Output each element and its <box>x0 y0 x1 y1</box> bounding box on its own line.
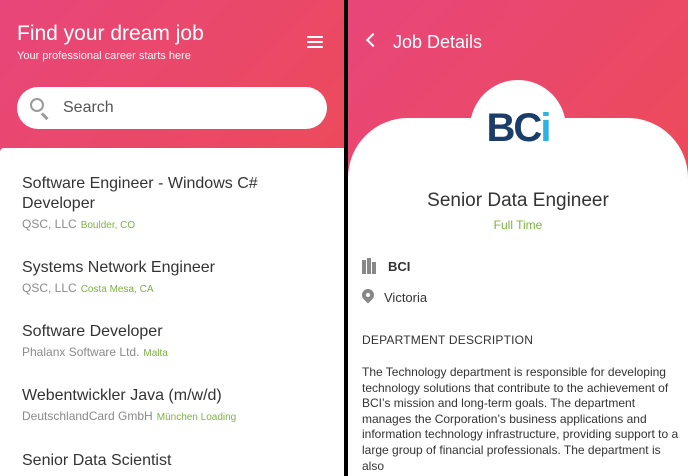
job-company: QSC, LLC <box>22 281 77 295</box>
job-company: QSC, LLC <box>22 217 77 231</box>
logo-text: BCi <box>486 105 552 150</box>
section-heading: DEPARTMENT DESCRIPTION <box>362 333 534 347</box>
list-item[interactable]: Software Developer Phalanx Software Ltd.… <box>22 322 168 359</box>
menu-icon[interactable] <box>307 36 323 48</box>
location-text: Victoria <box>384 289 428 305</box>
list-item[interactable]: Senior Data Scientist <box>22 451 171 471</box>
job-title: Systems Network Engineer <box>22 259 215 276</box>
job-company: Phalanx Software Ltd. <box>22 345 140 359</box>
search-icon <box>29 97 51 120</box>
job-title: Webentwickler Java (m/w/d) <box>22 387 222 404</box>
department-description: The Technology department is responsible… <box>362 365 679 473</box>
page-title: Find your dream job <box>17 22 204 45</box>
page-subtitle: Your professional career starts here <box>17 50 191 62</box>
job-title: Software Engineer - Windows C# Developer <box>22 175 258 212</box>
job-location: München Loading <box>156 412 237 423</box>
job-title: Software Developer <box>22 323 163 340</box>
job-title: Senior Data Engineer <box>427 190 609 211</box>
back-icon[interactable] <box>365 32 381 48</box>
job-type: Full Time <box>493 218 543 232</box>
job-details-screen: Job Details BCi Senior Data Engineer Ful… <box>348 0 688 476</box>
list-item[interactable]: Webentwickler Java (m/w/d) DeutschlandCa… <box>22 386 236 423</box>
job-location: Costa Mesa, CA <box>80 284 154 295</box>
job-location: Boulder, CO <box>80 220 136 231</box>
list-item[interactable]: Software Engineer - Windows C# Developer… <box>22 174 302 231</box>
job-title: Senior Data Scientist <box>22 452 172 469</box>
job-company: DeutschlandCard GmbH <box>22 409 153 423</box>
location-pin-icon <box>359 286 377 305</box>
company-name: BCI <box>388 258 411 274</box>
location-row: Victoria <box>359 286 428 305</box>
header-title: Job Details <box>393 32 483 52</box>
search-placeholder: Search <box>63 99 114 116</box>
company-row: BCI <box>362 258 410 274</box>
building-icon <box>362 258 378 274</box>
job-search-screen: Find your dream job Your professional ca… <box>0 0 344 476</box>
list-item[interactable]: Systems Network Engineer QSC, LLC Costa M… <box>22 258 215 295</box>
job-location: Malta <box>143 348 168 359</box>
search-input[interactable]: Search <box>17 87 327 129</box>
job-list: Software Engineer - Windows C# Developer… <box>0 148 344 476</box>
company-logo: BCi <box>470 80 566 176</box>
